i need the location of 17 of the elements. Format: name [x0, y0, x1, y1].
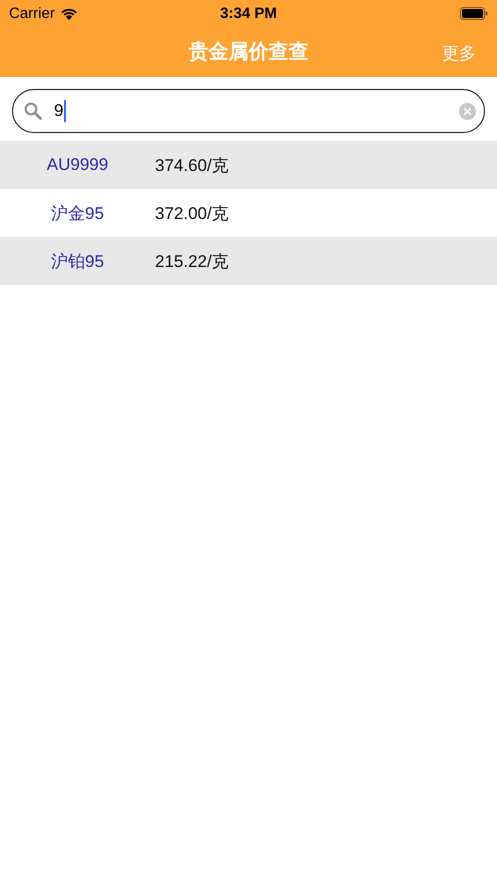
metal-price: 215.22/克	[155, 250, 229, 272]
wifi-icon	[60, 6, 78, 20]
clear-icon[interactable]	[459, 102, 476, 120]
clock-time: 3:34 PM	[220, 4, 277, 22]
result-row[interactable]: 沪金95 372.00/克	[0, 189, 497, 237]
result-row[interactable]: AU9999 374.60/克	[0, 141, 497, 189]
search-field[interactable]: 9	[12, 89, 485, 133]
metal-name: AU9999	[46, 155, 110, 175]
metal-price: 374.60/克	[155, 154, 229, 176]
metal-name: 沪铂95	[50, 250, 105, 272]
battery-icon	[460, 6, 488, 20]
search-icon	[24, 102, 42, 120]
nav-title: 贵金属价查查	[188, 40, 308, 65]
metal-name: 沪金95	[50, 202, 105, 224]
metal-price: 372.00/克	[155, 202, 229, 224]
result-row[interactable]: 沪铂95 215.22/克	[0, 237, 497, 285]
carrier-label: Carrier	[9, 4, 55, 22]
